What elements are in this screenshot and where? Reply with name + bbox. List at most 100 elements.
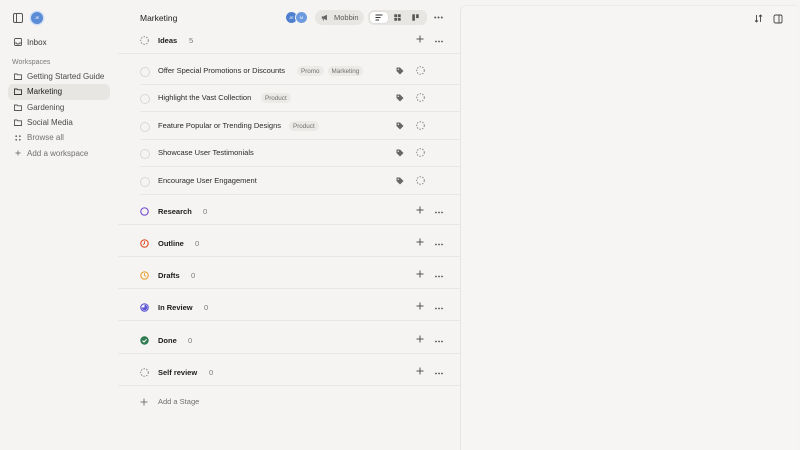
stage-drafts[interactable]: Drafts 0 — [118, 262, 460, 289]
add-task-icon[interactable] — [416, 270, 424, 280]
panel-toggle-icon[interactable] — [773, 14, 783, 24]
task-row[interactable]: Offer Special Promotions or Discounts Pr… — [140, 58, 460, 85]
stage-count: 0 — [203, 206, 208, 216]
sidebar-item-getting-started[interactable]: Getting Started Guide — [8, 69, 110, 84]
sidebar-section-label: Workspaces — [12, 59, 51, 66]
list-view-icon[interactable] — [370, 12, 389, 23]
sidebar-item-social-media[interactable]: Social Media — [8, 115, 110, 130]
more-options-icon[interactable] — [435, 239, 443, 248]
sidebar: JE Inbox Workspaces Getting Started Guid… — [0, 0, 118, 450]
tag-icon[interactable] — [396, 149, 404, 159]
avatar[interactable]: JE — [31, 12, 43, 24]
dashed-circle-icon — [140, 367, 149, 377]
sidebar-item-browse-all[interactable]: Browse all — [8, 130, 110, 145]
sidebar-item-label: Browse all — [27, 133, 64, 143]
more-options-icon[interactable] — [434, 12, 443, 21]
add-task-icon[interactable] — [416, 367, 424, 377]
sort-icon[interactable] — [754, 14, 763, 24]
tag-icon[interactable] — [396, 94, 404, 104]
task-title: Offer Special Promotions or Discounts — [158, 66, 285, 75]
tag-badge[interactable]: Product — [261, 93, 291, 103]
status-icon[interactable] — [416, 121, 425, 132]
clock-icon — [140, 238, 149, 248]
more-options-icon[interactable] — [435, 368, 443, 377]
tag-badge[interactable]: Promo — [297, 66, 324, 76]
half-clock-icon — [140, 270, 149, 280]
task-row[interactable]: Feature Popular or Trending Designs Prod… — [140, 113, 460, 140]
tag-icon[interactable] — [396, 177, 404, 187]
add-task-icon[interactable] — [416, 335, 424, 345]
sidebar-toggle-icon[interactable] — [12, 12, 24, 24]
stage-name: Drafts — [158, 270, 180, 280]
tag-badge[interactable]: Marketing — [327, 66, 364, 76]
grid-icon — [14, 135, 22, 141]
sidebar-item-label: Gardening — [27, 102, 65, 112]
stage-count: 0 — [209, 367, 214, 377]
detail-panel — [460, 5, 797, 450]
status-icon[interactable] — [416, 148, 425, 159]
stage-name: Research — [158, 206, 192, 216]
more-options-icon[interactable] — [435, 271, 443, 280]
main-board: Marketing JE M Mobbin Ideas 5 Offer Spec… — [118, 0, 460, 450]
status-icon[interactable] — [416, 93, 425, 104]
sidebar-item-add-workspace[interactable]: Add a workspace — [8, 145, 110, 160]
tag-badge[interactable]: Product — [289, 121, 319, 131]
stage-outline[interactable]: Outline 0 — [118, 230, 460, 257]
task-row[interactable]: Showcase User Testimonials — [140, 140, 460, 167]
task-checkbox[interactable] — [140, 177, 150, 187]
more-options-icon[interactable] — [435, 207, 443, 216]
status-icon[interactable] — [416, 66, 425, 77]
stage-self-review[interactable]: Self review 0 — [118, 359, 460, 386]
task-title: Highlight the Vast Collection — [158, 93, 252, 102]
inbox-icon — [14, 38, 22, 46]
grid-view-icon[interactable] — [388, 12, 406, 23]
folder-icon — [14, 73, 22, 81]
status-icon[interactable] — [416, 176, 425, 187]
stage-research[interactable]: Research 0 — [118, 198, 460, 225]
task-checkbox[interactable] — [140, 94, 150, 104]
plus-icon — [140, 398, 148, 406]
stage-ideas[interactable]: Ideas 5 — [118, 27, 460, 54]
task-row[interactable]: Highlight the Vast Collection Product — [140, 85, 460, 112]
add-stage-button[interactable]: Add a Stage — [140, 397, 199, 406]
task-checkbox[interactable] — [140, 122, 150, 132]
more-options-icon[interactable] — [435, 36, 443, 45]
add-stage-label: Add a Stage — [158, 397, 200, 406]
more-options-icon[interactable] — [435, 336, 443, 345]
add-task-icon[interactable] — [416, 206, 424, 216]
add-task-icon[interactable] — [416, 35, 424, 45]
add-task-icon[interactable] — [416, 302, 424, 312]
avatar[interactable]: M — [296, 12, 307, 23]
stage-name: Outline — [158, 238, 184, 248]
megaphone-icon — [321, 14, 329, 21]
stage-done[interactable]: Done 0 — [118, 327, 460, 354]
task-title: Encourage User Engagement — [158, 176, 257, 185]
tag-icon[interactable] — [396, 122, 404, 132]
task-tags: Promo Marketing — [297, 66, 364, 76]
sidebar-item-inbox[interactable]: Inbox — [8, 35, 110, 49]
plus-icon — [14, 150, 22, 156]
task-title: Feature Popular or Trending Designs — [158, 121, 281, 130]
task-title: Showcase User Testimonials — [158, 148, 254, 157]
folder-icon — [14, 88, 22, 96]
stage-count: 0 — [204, 302, 209, 312]
stage-name: Ideas — [158, 35, 178, 45]
progress-circle-icon — [140, 302, 149, 312]
board-header: Marketing JE M Mobbin — [118, 9, 460, 27]
stage-in-review[interactable]: In Review 0 — [118, 294, 460, 321]
stage-count: 0 — [188, 335, 193, 345]
page-title: Marketing — [140, 13, 178, 23]
board-view-icon[interactable] — [407, 12, 425, 23]
task-checkbox[interactable] — [140, 67, 150, 77]
tag-icon[interactable] — [396, 67, 404, 77]
sidebar-item-marketing[interactable]: Marketing — [8, 84, 110, 100]
add-task-icon[interactable] — [416, 238, 424, 248]
circle-outline-icon — [140, 206, 149, 216]
workspace-pill[interactable]: Mobbin — [315, 10, 364, 25]
task-checkbox[interactable] — [140, 149, 150, 159]
sidebar-item-gardening[interactable]: Gardening — [8, 100, 110, 115]
task-tags: Product — [261, 93, 291, 103]
task-row[interactable]: Encourage User Engagement — [140, 168, 460, 195]
sidebar-item-label: Add a workspace — [27, 148, 89, 158]
more-options-icon[interactable] — [435, 303, 443, 312]
